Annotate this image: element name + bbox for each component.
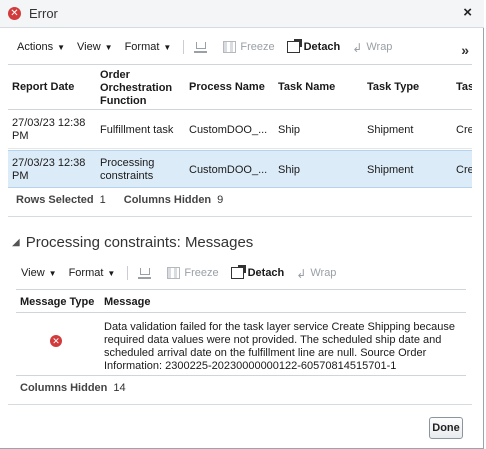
dialog-titlebar: ✕ Error × xyxy=(0,0,484,28)
collapse-triangle-icon[interactable]: ◢ xyxy=(12,237,20,248)
col-process-name[interactable]: Process Name xyxy=(189,81,265,94)
col-report-date[interactable]: Report Date xyxy=(12,81,74,94)
cell-report-date: 27/03/23 12:38 PM xyxy=(12,117,86,142)
orchestration-table: Report Date Order Orchestration Function… xyxy=(8,64,472,189)
detach-icon xyxy=(286,39,302,53)
wrap-button[interactable]: ↲ Wrap xyxy=(352,41,392,55)
footer-divider xyxy=(8,404,472,405)
columns-hidden-label: Columns Hidden xyxy=(123,194,212,206)
columns-hidden-value: 9 xyxy=(217,194,224,206)
caret-down-icon: ▼ xyxy=(163,42,172,52)
cell-task-name: Ship xyxy=(278,124,301,136)
toolbar-overflow-icon[interactable]: » xyxy=(461,42,469,58)
cell-task-status: Cre xyxy=(456,164,472,176)
cell-process-name: CustomDOO_... xyxy=(189,124,268,136)
columns-hidden-value: 14 xyxy=(113,382,126,394)
detach-button[interactable]: Detach xyxy=(230,265,284,279)
message-text: Data validation failed for the task laye… xyxy=(104,321,455,372)
col-message-type[interactable]: Message Type xyxy=(20,296,94,309)
filter-icon xyxy=(138,267,152,279)
query-by-example-button[interactable] xyxy=(194,41,211,53)
view-menu[interactable]: View ▼ xyxy=(77,41,113,53)
error-icon: ✕ xyxy=(8,7,21,20)
table-row-selected[interactable]: 27/03/23 12:38 PM Processing constraints… xyxy=(8,150,472,188)
table-row[interactable]: 27/03/23 12:38 PM Fulfillment task Custo… xyxy=(8,111,472,149)
rows-selected-label: Rows Selected xyxy=(16,194,94,206)
messages-toolbar: View ▼ Format ▼ Freeze Detach ↲ Wrap xyxy=(21,261,348,285)
table-header: Report Date Order Orchestration Function… xyxy=(8,64,472,110)
cell-function: Fulfillment task xyxy=(100,124,174,136)
columns-hidden-label: Columns Hidden xyxy=(20,382,108,394)
cell-function: Processing constraints xyxy=(100,157,155,182)
freeze-icon xyxy=(167,267,181,279)
error-icon: ✕ xyxy=(50,335,62,347)
rows-selected-value: 1 xyxy=(99,194,106,206)
col-orchestration-function[interactable]: Order Orchestration Function xyxy=(100,69,172,108)
table-toolbar: Actions ▼ View ▼ Format ▼ Freeze Detach ↲ Wr… xyxy=(17,35,404,59)
table-status-bar: Rows Selected 1 Columns Hidden 9 xyxy=(16,194,241,206)
col-task-status[interactable]: Tas xyxy=(456,81,472,94)
section-divider xyxy=(8,216,472,217)
done-button[interactable]: Done xyxy=(429,417,463,439)
format-menu[interactable]: Format ▼ xyxy=(69,267,116,279)
cell-task-name: Ship xyxy=(278,164,301,176)
caret-down-icon: ▼ xyxy=(48,268,57,278)
dialog-title: Error xyxy=(29,6,58,21)
toolbar-separator xyxy=(127,266,129,280)
freeze-button[interactable]: Freeze xyxy=(223,41,275,53)
query-by-example-button[interactable] xyxy=(138,267,155,279)
filter-icon xyxy=(194,41,208,53)
detach-icon xyxy=(230,265,246,279)
wrap-icon: ↲ xyxy=(352,41,363,55)
wrap-icon: ↲ xyxy=(296,267,307,281)
cell-task-type: Shipment xyxy=(367,124,414,136)
toolbar-separator xyxy=(183,40,185,54)
format-menu[interactable]: Format ▼ xyxy=(125,41,172,53)
cell-task-type: Shipment xyxy=(367,164,414,176)
caret-down-icon: ▼ xyxy=(104,42,113,52)
table-header: Message Type Message xyxy=(16,289,466,313)
table-row[interactable]: ✕ Data validation failed for the task la… xyxy=(16,313,466,376)
col-task-type[interactable]: Task Type xyxy=(367,81,419,94)
cell-report-date: 27/03/23 12:38 PM xyxy=(12,157,86,182)
close-icon[interactable]: × xyxy=(463,4,472,21)
error-dialog: ✕ Error × Actions ▼ View ▼ Format ▼ Freeze … xyxy=(0,0,484,449)
messages-section-title: Processing constraints: Messages xyxy=(25,234,254,251)
messages-status-bar: Columns Hidden 14 xyxy=(20,382,126,394)
col-message[interactable]: Message xyxy=(104,296,150,309)
col-task-name[interactable]: Task Name xyxy=(278,81,335,94)
detach-button[interactable]: Detach xyxy=(286,39,340,53)
messages-table: Message Type Message ✕ Data validation f… xyxy=(16,289,466,377)
view-menu[interactable]: View ▼ xyxy=(21,267,57,279)
cell-process-name: CustomDOO_... xyxy=(189,164,268,176)
wrap-button[interactable]: ↲ Wrap xyxy=(296,267,336,281)
done-button-label: Done xyxy=(432,422,460,434)
cell-task-status: Cre xyxy=(456,124,472,136)
actions-menu[interactable]: Actions ▼ xyxy=(17,41,65,53)
freeze-button[interactable]: Freeze xyxy=(167,267,219,279)
messages-section-header[interactable]: ◢ Processing constraints: Messages xyxy=(12,234,253,251)
caret-down-icon: ▼ xyxy=(57,42,65,52)
freeze-icon xyxy=(223,41,237,53)
caret-down-icon: ▼ xyxy=(107,268,116,278)
